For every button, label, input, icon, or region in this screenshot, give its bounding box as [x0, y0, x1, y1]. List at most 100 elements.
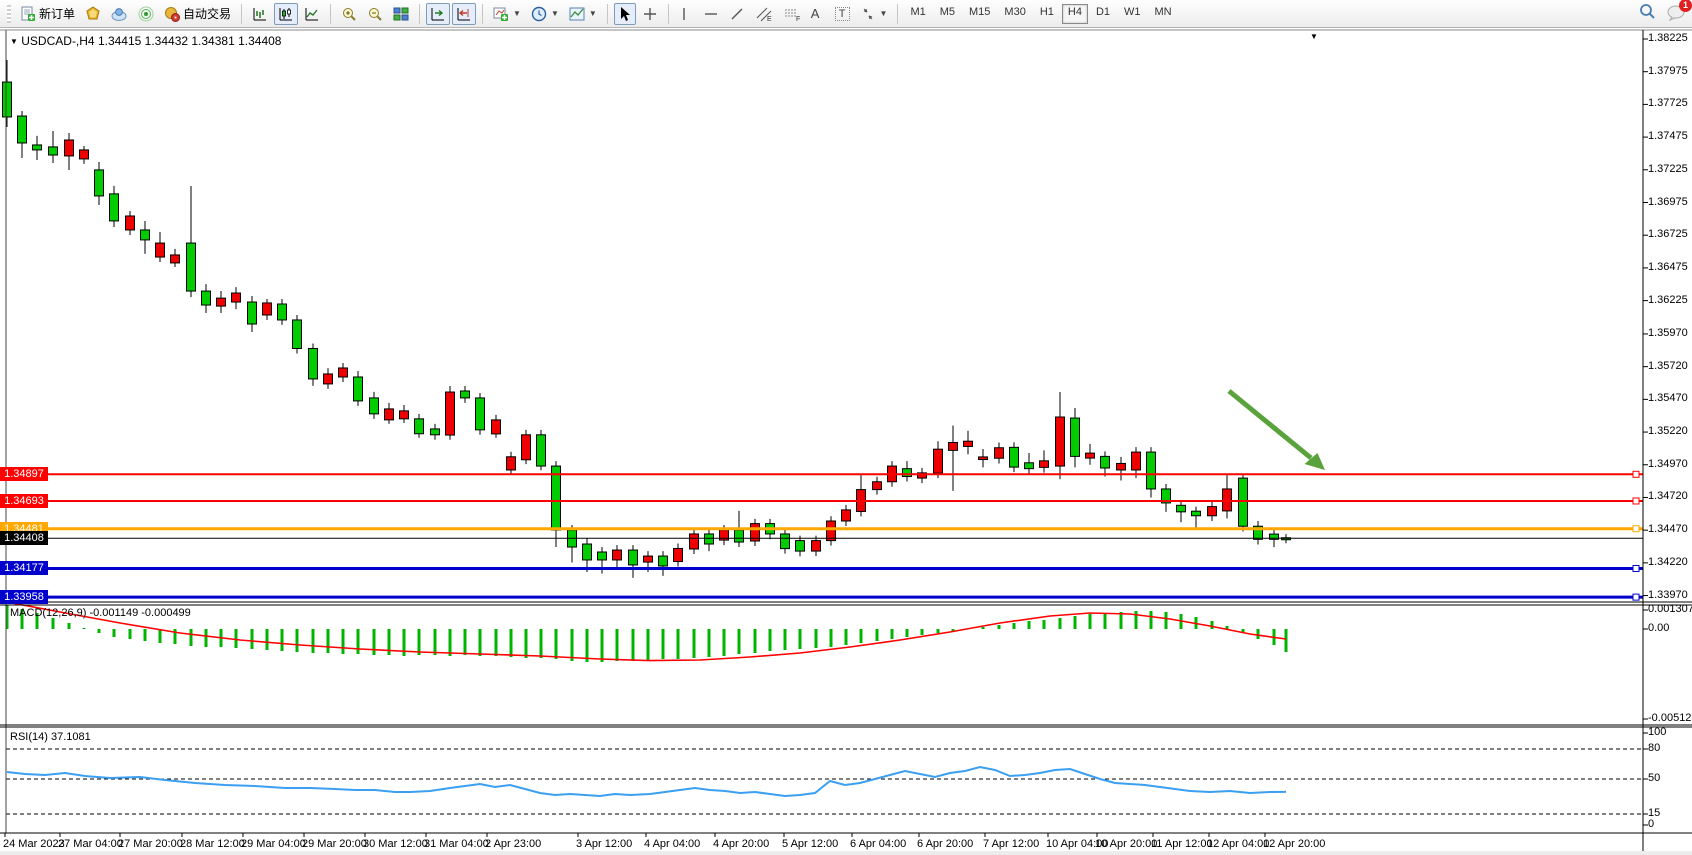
candle-body: [354, 377, 363, 401]
time-axis-label: 6 Apr 20:00: [917, 838, 973, 850]
candle-body: [400, 411, 409, 419]
autotrading-icon: [164, 6, 180, 22]
candle-body: [370, 398, 379, 414]
price-tick-label: 1.34720: [1648, 490, 1688, 502]
arrows-tool-button[interactable]: ▼: [856, 3, 892, 25]
zoom-out-icon: [367, 6, 383, 22]
cursor-button[interactable]: [614, 3, 636, 25]
downtrend-arrow[interactable]: [1229, 391, 1311, 458]
candle-body: [674, 548, 683, 561]
candle-body: [507, 457, 516, 470]
arrows-icon: [860, 6, 876, 22]
price-tick-label: 1.34470: [1648, 523, 1688, 535]
search-icon[interactable]: [1639, 3, 1657, 24]
candle-body: [1086, 453, 1095, 458]
timeframe-m15[interactable]: M15: [963, 4, 996, 24]
new-order-button[interactable]: 新订单: [16, 3, 79, 25]
candle-body: [1010, 447, 1019, 467]
chart-window: 1.382251.379751.377251.374751.372251.369…: [0, 28, 1692, 855]
signals-button[interactable]: [134, 3, 158, 25]
fibonacci-button[interactable]: F: [779, 3, 805, 25]
templates-button[interactable]: ▼: [565, 3, 601, 25]
price-line-label: 1.33958: [0, 590, 48, 604]
price-line-label: 1.34897: [0, 467, 48, 481]
candle-body: [903, 469, 912, 477]
candle-body: [431, 429, 440, 435]
market-watch-button[interactable]: [81, 3, 105, 25]
ohlc-values: 1.34415 1.34432 1.34381 1.34408: [98, 34, 282, 48]
candlestick-chart-button[interactable]: [274, 3, 298, 25]
price-tick-label: 1.34220: [1648, 556, 1688, 568]
price-tick-label: 1.35470: [1648, 392, 1688, 404]
trendline-icon: [729, 6, 745, 22]
channel-icon: E: [755, 6, 773, 22]
candle-body: [3, 82, 12, 117]
text-button[interactable]: A: [807, 3, 829, 25]
zoom-out-button[interactable]: [363, 3, 387, 25]
toolbar-grip[interactable]: [7, 5, 11, 23]
line-handle[interactable]: [1633, 526, 1639, 532]
chart-shift-button[interactable]: [426, 3, 450, 25]
candle-body: [1071, 418, 1080, 456]
rsi-axis-label: 0: [1648, 818, 1654, 830]
time-axis-label: 12 Apr 04:00: [1207, 838, 1269, 850]
timeframe-w1[interactable]: W1: [1118, 4, 1147, 24]
chevron-down-icon[interactable]: ▼: [10, 37, 18, 46]
text-label-button[interactable]: T: [831, 3, 854, 25]
main-toolbar: 新订单 自动交易 ▼ ▼ ▼ E F A T ▼ M1M5M15M30H1H4D…: [0, 0, 1692, 28]
timeframe-mn[interactable]: MN: [1149, 4, 1178, 24]
vertical-line-icon: [679, 6, 689, 22]
channel-button[interactable]: E: [751, 3, 777, 25]
bar-chart-button[interactable]: [248, 3, 272, 25]
auto-trading-button[interactable]: 自动交易: [160, 3, 235, 25]
vertical-line-button[interactable]: [675, 3, 697, 25]
chat-button[interactable]: 1: [1667, 4, 1686, 24]
candle-body: [583, 544, 592, 560]
trendline-button[interactable]: [725, 3, 749, 25]
candle-body: [796, 541, 805, 551]
add-indicator-button[interactable]: ▼: [489, 3, 525, 25]
add-indicator-icon: [493, 6, 509, 22]
rsi-axis-label: 80: [1648, 742, 1660, 754]
timeframe-m5[interactable]: M5: [934, 4, 961, 24]
time-axis-label: 7 Apr 12:00: [983, 838, 1039, 850]
tile-windows-icon: [393, 6, 409, 22]
periods-button[interactable]: ▼: [527, 3, 563, 25]
crosshair-button[interactable]: [638, 3, 662, 25]
horizontal-line-icon: [703, 6, 719, 22]
candle-body: [522, 435, 531, 460]
time-axis-label: 29 Mar 20:00: [302, 838, 367, 850]
candle-body: [415, 419, 424, 434]
candle-body: [1147, 452, 1156, 489]
last-bar-marker[interactable]: ▼: [1310, 32, 1318, 41]
candle-body: [171, 255, 180, 263]
auto-scroll-button[interactable]: [452, 3, 476, 25]
timeframe-d1[interactable]: D1: [1090, 4, 1116, 24]
candle-body: [248, 302, 257, 324]
candle-body: [1025, 463, 1034, 469]
timeframe-m30[interactable]: M30: [998, 4, 1031, 24]
line-handle[interactable]: [1633, 594, 1639, 600]
zoom-in-button[interactable]: [337, 3, 361, 25]
candle-body: [95, 170, 104, 196]
timeframe-h1[interactable]: H1: [1034, 4, 1060, 24]
candle-body: [476, 398, 485, 430]
timeframe-h4[interactable]: H4: [1062, 4, 1088, 24]
line-handle[interactable]: [1633, 498, 1639, 504]
timeframe-m1[interactable]: M1: [904, 4, 931, 24]
line-handle[interactable]: [1633, 471, 1639, 477]
price-line-label: 1.34693: [0, 494, 48, 508]
candle-body: [156, 243, 165, 257]
candle-body: [141, 230, 150, 240]
new-order-label: 新订单: [39, 5, 75, 22]
chart-canvas[interactable]: [0, 28, 1692, 855]
candle-body: [492, 420, 501, 434]
timeframe-bar: M1M5M15M30H1H4D1W1MN: [904, 4, 1177, 24]
chevron-down-icon: ▼: [551, 9, 559, 18]
line-handle[interactable]: [1633, 565, 1639, 571]
line-chart-button[interactable]: [300, 3, 324, 25]
horizontal-line-button[interactable]: [699, 3, 723, 25]
community-button[interactable]: [107, 3, 132, 25]
tile-windows-button[interactable]: [389, 3, 413, 25]
time-axis-label: 4 Apr 20:00: [713, 838, 769, 850]
